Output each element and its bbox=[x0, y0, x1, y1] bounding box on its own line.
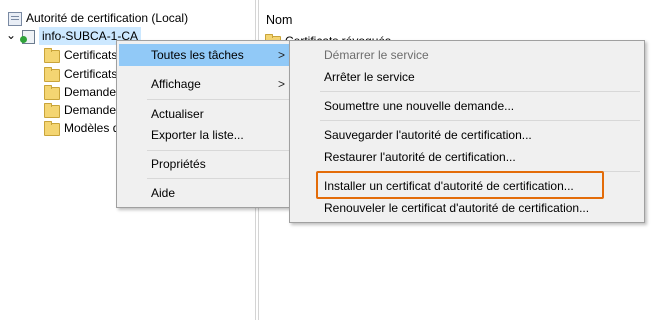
submenu-item-submit-request[interactable]: Soumettre une nouvelle demande... bbox=[292, 95, 642, 117]
submenu-item-label: Soumettre une nouvelle demande... bbox=[324, 99, 515, 113]
submenu-item-label: Restaurer l'autorité de certification... bbox=[324, 150, 516, 164]
submenu-item-label: Démarrer le service bbox=[324, 48, 429, 62]
menu-item-label: Exporter la liste... bbox=[151, 128, 244, 142]
tree-folder-label: Modèles d bbox=[64, 121, 120, 135]
column-header-name[interactable]: Nom bbox=[259, 7, 664, 33]
tree-folder-label: Demande bbox=[64, 103, 117, 117]
menu-item-help[interactable]: Aide bbox=[119, 182, 291, 204]
menu-item-properties[interactable]: Propriétés bbox=[119, 153, 291, 175]
tree-folder-label: Certificats bbox=[64, 67, 118, 81]
menu-item-all-tasks[interactable]: Toutes les tâches > bbox=[119, 44, 291, 66]
tree-folder-label: Demande bbox=[64, 85, 117, 99]
menu-item-label: Affichage bbox=[151, 77, 201, 91]
menu-item-label: Propriétés bbox=[151, 157, 206, 171]
submenu-arrow-icon: > bbox=[277, 48, 285, 62]
menu-item-label: Aide bbox=[151, 186, 176, 200]
submenu-item-start-service[interactable]: Démarrer le service bbox=[292, 44, 642, 66]
submenu-item-label: Sauvegarder l'autorité de certification.… bbox=[324, 128, 532, 142]
menu-item-export-list[interactable]: Exporter la liste... bbox=[119, 124, 291, 146]
highlight-annotation-box bbox=[316, 171, 604, 199]
submenu-item-stop-service[interactable]: Arrêter le service bbox=[292, 66, 642, 88]
menu-separator bbox=[147, 99, 289, 100]
ca-server-icon bbox=[20, 30, 35, 44]
menu-item-label: Toutes les tâches bbox=[151, 48, 244, 62]
menu-item-view[interactable]: Affichage > bbox=[119, 73, 291, 95]
folder-icon bbox=[44, 103, 60, 118]
folder-icon bbox=[44, 67, 60, 82]
folder-icon bbox=[44, 48, 60, 63]
expand-chevron-icon[interactable]: ⌄ bbox=[6, 26, 16, 44]
menu-separator bbox=[320, 120, 640, 121]
tree-folder-label: Certificats bbox=[64, 48, 118, 62]
menu-item-label: Actualiser bbox=[151, 107, 204, 121]
folder-icon bbox=[44, 85, 60, 100]
folder-icon bbox=[44, 121, 60, 136]
submenu-item-label: Renouveler le certificat d'autorité de c… bbox=[324, 201, 590, 215]
running-check-icon bbox=[20, 36, 27, 43]
menu-separator bbox=[147, 150, 289, 151]
menu-separator bbox=[320, 91, 640, 92]
submenu-item-label: Arrêter le service bbox=[324, 70, 415, 84]
menu-separator bbox=[147, 178, 289, 179]
submenu-item-backup-ca[interactable]: Sauvegarder l'autorité de certification.… bbox=[292, 124, 642, 146]
tree-root-label: Autorité de certification (Local) bbox=[26, 11, 189, 25]
context-menu: Toutes les tâches > Affichage > Actualis… bbox=[116, 40, 294, 208]
submenu-arrow-icon: > bbox=[277, 77, 285, 91]
menu-item-refresh[interactable]: Actualiser bbox=[119, 103, 291, 125]
column-header-label: Nom bbox=[266, 13, 293, 27]
submenu-item-renew-ca-certificate[interactable]: Renouveler le certificat d'autorité de c… bbox=[292, 197, 642, 219]
certificate-authority-icon bbox=[8, 12, 22, 26]
submenu-item-restore-ca[interactable]: Restaurer l'autorité de certification... bbox=[292, 146, 642, 168]
